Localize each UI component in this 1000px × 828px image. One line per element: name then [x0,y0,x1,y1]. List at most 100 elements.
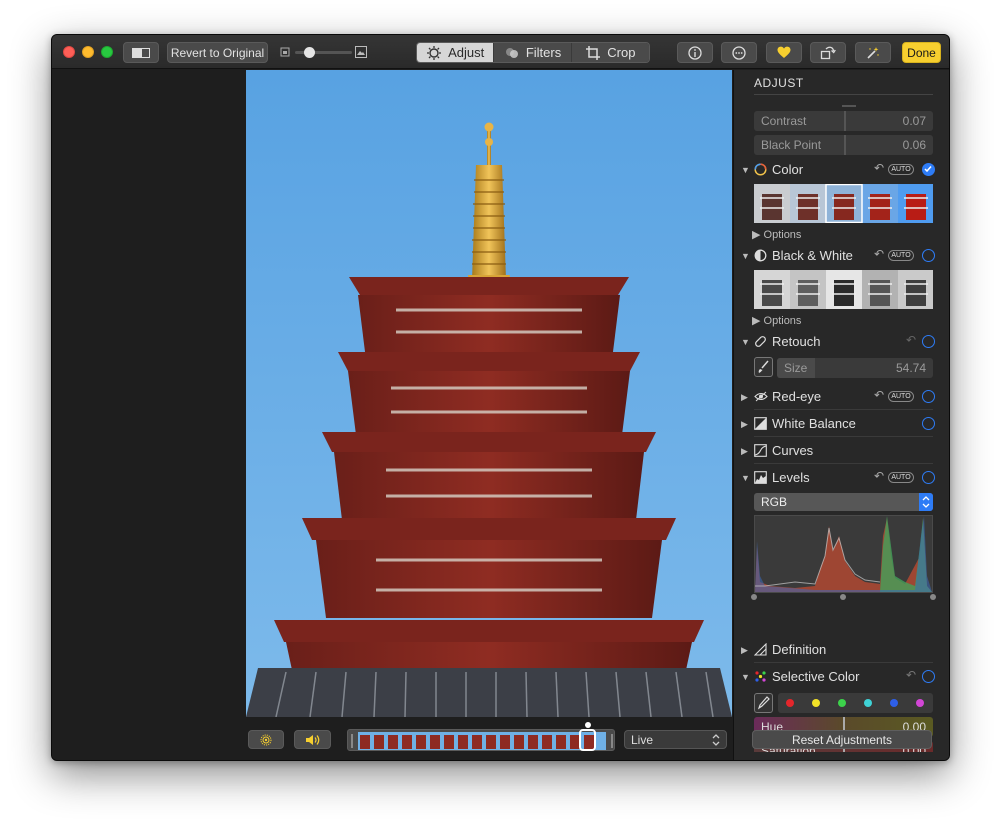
levels-channel-select[interactable]: RGB [754,493,933,511]
enable-toggle-off[interactable] [922,249,935,262]
auto-button[interactable]: AUTO [888,472,914,483]
section-divider [754,662,933,663]
histogram-graph [755,516,932,592]
revert-to-original-button[interactable]: Revert to Original [167,42,268,63]
select-stepper[interactable] [919,493,933,511]
swatch-yellow[interactable] [812,699,820,707]
undo-icon[interactable]: ↶ [906,668,916,682]
section-retouch[interactable]: ▼ Retouch ↶ [734,331,949,353]
current-frame-selector[interactable] [579,729,596,751]
sound-button[interactable] [294,730,331,749]
enhance-button[interactable] [855,42,891,63]
tab-crop[interactable]: Crop [571,43,649,62]
disclosure-triangle-icon[interactable]: ▶ [741,446,748,457]
section-levels[interactable]: ▼ Levels ↶ AUTO [734,467,949,489]
tab-adjust[interactable]: Adjust [417,43,495,62]
disclosure-triangle-icon[interactable]: ▶ [741,392,748,403]
levels-icon [754,471,767,484]
tab-filters-label: Filters [525,45,562,60]
adjust-icon [427,45,442,60]
section-white-balance[interactable]: ▶ White Balance [734,413,949,435]
retouch-brush-button[interactable] [754,357,773,377]
undo-icon[interactable]: ↶ [906,333,916,347]
enable-toggle-off[interactable] [922,417,935,430]
more-icon [732,45,746,60]
live-effect-value: Live [631,733,654,747]
color-picker-button[interactable] [754,693,773,713]
contrast-slider[interactable]: Contrast 0.07 [754,111,933,131]
live-photo-toggle-button[interactable] [248,730,284,749]
bw-options-toggle[interactable]: ▶ Options [752,314,801,327]
midtone-level-handle[interactable] [840,594,846,600]
undo-icon[interactable]: ↶ [874,469,884,483]
zoom-slider-track[interactable] [295,47,352,58]
black-point-knob[interactable] [844,135,846,155]
section-black-white[interactable]: ▼ Black & White ↶ AUTO [734,245,949,267]
bw-presets-strip[interactable] [754,270,933,309]
key-photo-frame-strip[interactable] [347,729,615,751]
frame-thumbnails [351,732,613,750]
zoom-window-button[interactable] [101,46,113,58]
section-color[interactable]: ▼ Color ↶ AUTO [734,159,949,181]
auto-button[interactable]: AUTO [888,391,914,402]
retouch-size-slider[interactable]: Size 54.74 [777,358,933,378]
reset-adjustments-button[interactable]: Reset Adjustments [752,730,932,749]
info-button[interactable] [677,42,713,63]
disclosure-triangle-icon[interactable]: ▼ [741,251,750,261]
disclosure-triangle-icon[interactable]: ▼ [741,473,750,483]
large-photo-icon [355,46,367,58]
black-level-handle[interactable] [751,594,757,600]
enable-toggle-off[interactable] [922,670,935,683]
disclosure-triangle-icon[interactable]: ▼ [741,337,750,347]
enable-toggle-on[interactable] [922,163,935,176]
section-red-eye[interactable]: ▶ Red-eye ↶ AUTO [734,386,949,408]
favorite-button[interactable] [766,42,802,63]
section-divider [754,409,933,410]
live-effect-select[interactable]: Live [624,730,727,749]
done-button[interactable]: Done [902,42,941,63]
undo-icon[interactable]: ↶ [874,161,884,175]
zoom-slider-knob[interactable] [304,47,316,58]
disclosure-triangle-icon[interactable]: ▼ [741,672,750,682]
black-point-value: 0.06 [902,138,926,152]
enable-toggle-off[interactable] [922,471,935,484]
compare-button[interactable] [123,42,159,63]
rotate-button[interactable] [810,42,846,63]
disclosure-triangle-icon[interactable]: ▼ [741,165,750,175]
black-point-slider[interactable]: Black Point 0.06 [754,135,933,155]
swatch-cyan[interactable] [864,699,872,707]
sidebar-header: ADJUST [754,76,804,90]
swatch-red[interactable] [786,699,794,707]
minimize-window-button[interactable] [82,46,94,58]
tab-filters[interactable]: Filters [494,43,572,62]
undo-icon[interactable]: ↶ [874,247,884,261]
auto-button[interactable]: AUTO [888,250,914,261]
section-curves[interactable]: ▶ Curves [734,440,949,462]
color-presets-strip[interactable] [754,184,933,223]
white-level-handle[interactable] [930,594,936,600]
auto-button[interactable]: AUTO [888,164,914,175]
contrast-knob[interactable] [844,111,846,131]
levels-histogram[interactable] [754,515,933,593]
undo-icon[interactable]: ↶ [874,388,884,402]
chevron-updown-icon [712,734,720,746]
section-bw-label: Black & White [772,248,853,263]
section-definition[interactable]: ▶ Definition [734,639,949,661]
close-window-button[interactable] [63,46,75,58]
section-selective-color[interactable]: ▼ Selective Color ↶ [734,666,949,688]
swatch-blue[interactable] [890,699,898,707]
size-value: 54.74 [895,361,926,375]
more-button[interactable] [721,42,757,63]
swatch-magenta[interactable] [916,699,924,707]
color-options-toggle[interactable]: ▶ Options [752,228,801,241]
disclosure-triangle-icon[interactable]: ▶ [741,645,748,656]
left-empty-area [52,70,246,760]
info-icon [688,45,702,60]
enable-toggle-off[interactable] [922,390,935,403]
disclosure-triangle-icon[interactable]: ▶ [741,419,748,430]
brush-icon [758,360,769,373]
photo-canvas[interactable] [246,70,732,717]
swatch-green[interactable] [838,699,846,707]
color-wheel-icon [754,163,767,176]
enable-toggle-off[interactable] [922,335,935,348]
